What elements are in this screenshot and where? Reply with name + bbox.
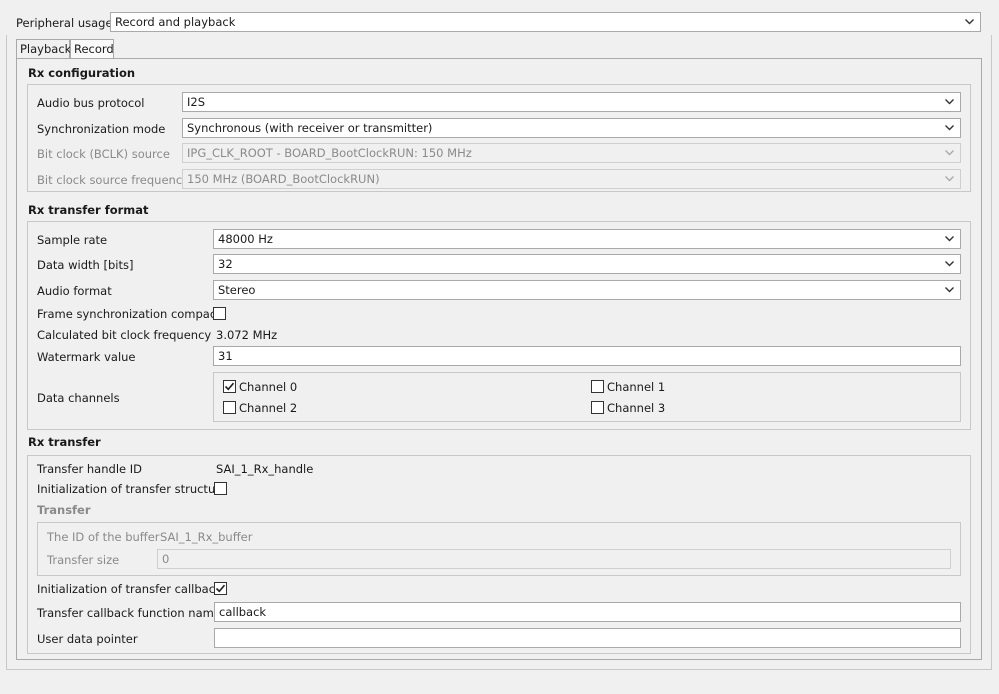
calculated-bit-clock-value: 3.072 MHz bbox=[216, 328, 278, 342]
audio-bus-protocol-select[interactable]: I2S bbox=[182, 92, 961, 112]
channel-3-label: Channel 3 bbox=[607, 401, 666, 415]
rx-transfer-title: Rx transfer bbox=[28, 435, 101, 449]
init-transfer-structure-label: Initialization of transfer structure bbox=[37, 482, 227, 496]
bit-clock-source-frequency-label: Bit clock source frequency bbox=[37, 173, 189, 187]
chevron-down-icon bbox=[944, 255, 954, 273]
buffer-id-value: SAI_1_Rx_buffer bbox=[160, 530, 253, 544]
synchronization-mode-label: Synchronization mode bbox=[37, 122, 166, 136]
tab-record[interactable]: Record bbox=[70, 39, 114, 59]
tab-playback[interactable]: Playback bbox=[16, 39, 71, 59]
outer-frame bbox=[6, 664, 992, 670]
chevron-down-icon bbox=[944, 93, 954, 111]
chevron-down-icon bbox=[964, 13, 974, 31]
sample-rate-value: 48000 Hz bbox=[218, 232, 273, 246]
data-channels-group bbox=[213, 372, 961, 422]
audio-format-label: Audio format bbox=[37, 284, 112, 298]
sample-rate-label: Sample rate bbox=[37, 233, 108, 247]
channel-3-checkbox[interactable] bbox=[591, 401, 604, 414]
callback-function-name-label: Transfer callback function name bbox=[37, 606, 221, 620]
channel-0-checkbox[interactable] bbox=[223, 380, 236, 393]
checkmark-icon bbox=[224, 382, 235, 391]
synchronization-mode-select[interactable]: Synchronous (with receiver or transmitte… bbox=[182, 118, 961, 138]
transfer-handle-id-value: SAI_1_Rx_handle bbox=[216, 462, 314, 476]
bit-clock-source-frequency-select: 150 MHz (BOARD_BootClockRUN) bbox=[182, 169, 961, 189]
channel-1-label: Channel 1 bbox=[607, 380, 666, 394]
watermark-input[interactable]: 31 bbox=[213, 346, 961, 366]
buffer-id-label: The ID of the buffer bbox=[47, 530, 160, 544]
audio-format-select[interactable]: Stereo bbox=[213, 280, 961, 300]
data-width-label: Data width [bits] bbox=[37, 258, 134, 272]
callback-function-name-input[interactable]: callback bbox=[214, 602, 961, 622]
checkmark-icon bbox=[215, 584, 226, 593]
channel-2-checkbox[interactable] bbox=[223, 401, 236, 414]
transfer-handle-id-label: Transfer handle ID bbox=[37, 462, 142, 476]
chevron-down-icon bbox=[944, 144, 954, 162]
bit-clock-source-frequency-value: 150 MHz (BOARD_BootClockRUN) bbox=[187, 172, 380, 186]
outer-frame-left bbox=[6, 35, 7, 665]
rx-configuration-title: Rx configuration bbox=[28, 66, 136, 80]
peripheral-usage-select[interactable]: Record and playback bbox=[110, 12, 981, 32]
outer-frame-right bbox=[991, 35, 992, 665]
rx-transfer-format-title: Rx transfer format bbox=[28, 203, 149, 217]
chevron-down-icon bbox=[944, 119, 954, 137]
transfer-subgroup-title: Transfer bbox=[37, 503, 91, 517]
chevron-down-icon bbox=[944, 170, 954, 188]
peripheral-usage-label: Peripheral usage bbox=[16, 16, 113, 30]
synchronization-mode-value: Synchronous (with receiver or transmitte… bbox=[187, 121, 433, 135]
data-width-value: 32 bbox=[218, 257, 233, 271]
user-data-pointer-input[interactable] bbox=[214, 628, 961, 648]
frame-sync-compact-label: Frame synchronization compact bbox=[37, 307, 221, 321]
peripheral-usage-value: Record and playback bbox=[115, 15, 236, 29]
audio-format-value: Stereo bbox=[218, 283, 256, 297]
init-transfer-callback-label: Initialization of transfer callback bbox=[37, 582, 222, 596]
data-channels-label: Data channels bbox=[37, 391, 120, 405]
channel-0-label: Channel 0 bbox=[239, 380, 298, 394]
calculated-bit-clock-label: Calculated bit clock frequency bbox=[37, 328, 212, 342]
data-width-select[interactable]: 32 bbox=[213, 254, 961, 274]
transfer-size-input: 0 bbox=[157, 549, 951, 569]
bit-clock-source-value: IPG_CLK_ROOT - BOARD_BootClockRUN: 150 M… bbox=[187, 146, 472, 160]
frame-sync-compact-checkbox[interactable] bbox=[213, 307, 226, 320]
bit-clock-source-select: IPG_CLK_ROOT - BOARD_BootClockRUN: 150 M… bbox=[182, 143, 961, 163]
chevron-down-icon bbox=[944, 230, 954, 248]
init-transfer-structure-checkbox[interactable] bbox=[214, 482, 227, 495]
init-transfer-callback-checkbox[interactable] bbox=[214, 582, 227, 595]
channel-2-label: Channel 2 bbox=[239, 401, 298, 415]
bit-clock-source-label: Bit clock (BCLK) source bbox=[37, 147, 170, 161]
sample-rate-select[interactable]: 48000 Hz bbox=[213, 229, 961, 249]
audio-bus-protocol-value: I2S bbox=[187, 95, 206, 109]
watermark-label: Watermark value bbox=[37, 350, 136, 364]
transfer-size-label: Transfer size bbox=[47, 553, 120, 567]
user-data-pointer-label: User data pointer bbox=[37, 632, 138, 646]
channel-1-checkbox[interactable] bbox=[591, 380, 604, 393]
chevron-down-icon bbox=[944, 281, 954, 299]
audio-bus-protocol-label: Audio bus protocol bbox=[37, 96, 145, 110]
